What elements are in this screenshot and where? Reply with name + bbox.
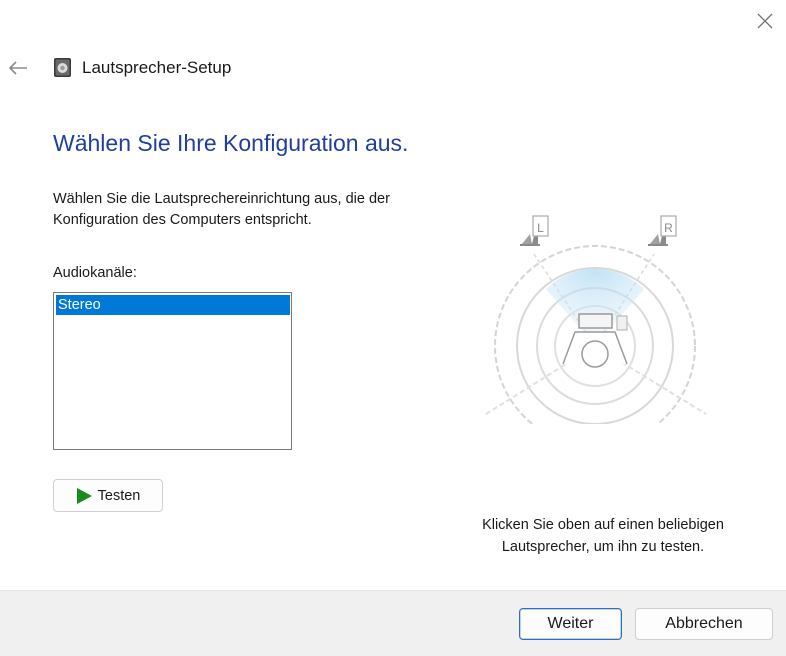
speaker-layout-diagram: L R	[485, 215, 707, 424]
page-description: Wählen Sie die Lautsprechereinrichtung a…	[53, 191, 390, 228]
back-arrow-icon	[8, 61, 27, 75]
test-button[interactable]: Testen	[53, 479, 163, 512]
right-speaker[interactable]: R	[648, 215, 677, 246]
audio-channels-list[interactable]: Stereo	[53, 292, 292, 450]
cancel-button[interactable]: Abbrechen	[635, 608, 773, 640]
next-button[interactable]: Weiter	[519, 608, 622, 640]
right-speaker-label: R	[664, 221, 673, 235]
dialog-footer: Weiter Abbrechen	[0, 590, 786, 656]
list-item-stereo[interactable]: Stereo	[56, 295, 290, 315]
window-title: Lautsprecher-Setup	[82, 58, 232, 77]
play-icon	[76, 487, 92, 504]
left-speaker-label: L	[537, 221, 544, 235]
back-button[interactable]	[4, 54, 32, 82]
close-button[interactable]	[750, 6, 780, 36]
audio-channels-label: Audiokanäle:	[53, 265, 137, 281]
left-speaker[interactable]: L	[520, 215, 549, 246]
speaker-test-hint: Klicken Sie oben auf einen beliebigen La…	[482, 517, 724, 555]
close-icon	[757, 13, 773, 29]
page-heading: Wählen Sie Ihre Konfiguration aus.	[53, 130, 409, 156]
test-button-label: Testen	[97, 487, 141, 504]
listener-figure	[562, 313, 628, 368]
speaker-app-icon	[54, 58, 71, 77]
